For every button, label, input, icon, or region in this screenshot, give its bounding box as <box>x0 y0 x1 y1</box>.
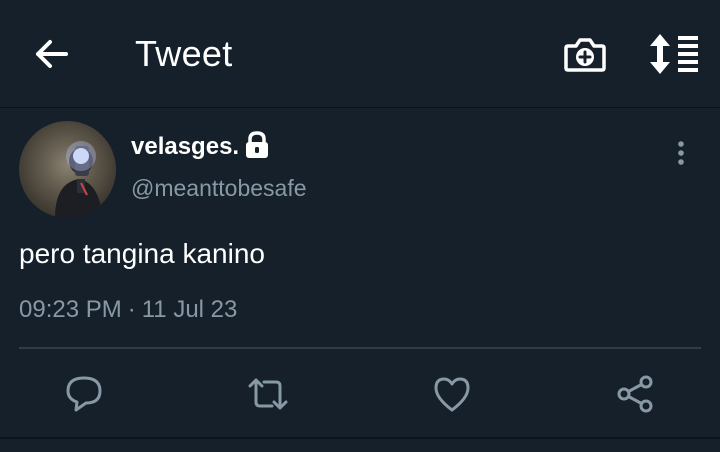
retweet-icon <box>248 378 288 410</box>
display-name[interactable]: velasges. <box>131 131 239 163</box>
more-vertical-icon <box>678 141 684 165</box>
like-button[interactable] <box>430 372 474 416</box>
lock-icon <box>246 131 268 158</box>
reply-icon <box>66 376 102 412</box>
divider <box>19 347 701 349</box>
sort-button[interactable] <box>648 32 702 76</box>
share-button[interactable] <box>614 372 658 416</box>
avatar-photo <box>55 141 103 218</box>
tweet-timestamp: 09:23 PM · 11 Jul 23 <box>19 294 237 326</box>
retweet-button[interactable] <box>246 372 290 416</box>
tweet-text: pero tangina kanino <box>19 238 265 269</box>
top-app-bar: Tweet <box>0 0 720 108</box>
arrow-left-icon <box>36 40 68 68</box>
user-handle[interactable]: @meanttobesafe <box>131 172 307 204</box>
tweet-date: 11 Jul 23 <box>141 296 238 323</box>
camera-button[interactable] <box>562 34 608 74</box>
reply-button[interactable] <box>62 372 106 416</box>
back-button[interactable] <box>30 34 74 74</box>
heart-icon <box>434 377 470 412</box>
more-options-button[interactable] <box>668 136 694 172</box>
bottom-divider <box>0 437 720 439</box>
tweet-time: 09:23 PM <box>19 296 122 323</box>
timestamp-separator: · <box>127 296 136 323</box>
avatar[interactable] <box>19 121 116 218</box>
share-icon <box>617 375 653 413</box>
camera-plus-icon <box>564 38 606 72</box>
page-title: Tweet <box>135 33 233 74</box>
sort-list-icon <box>650 34 698 74</box>
